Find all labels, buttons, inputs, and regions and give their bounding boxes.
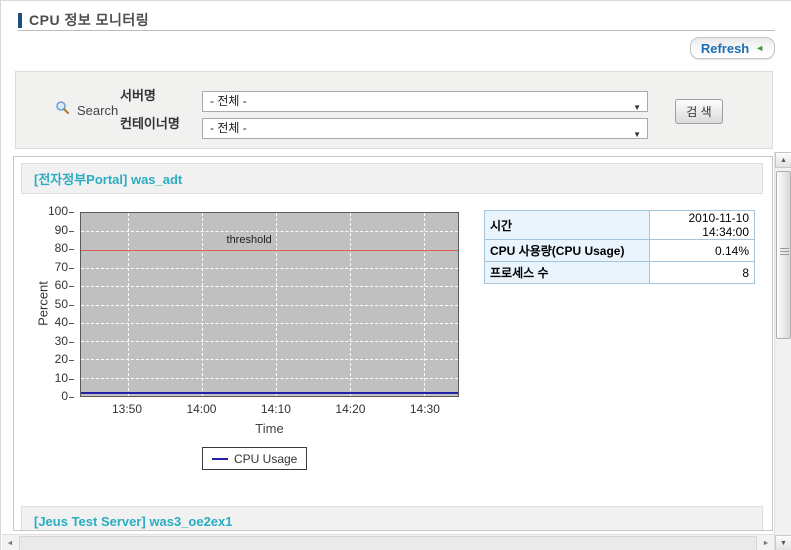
gridline (81, 305, 458, 306)
gridline (128, 213, 129, 396)
scroll-up-button[interactable]: ▲ (775, 152, 791, 168)
y-tick-label: 0 (14, 389, 76, 403)
y-tick-label: 90 (14, 223, 76, 237)
scroll-down-button[interactable]: ▼ (775, 535, 791, 550)
table-row: 프로세스 수 8 (485, 262, 755, 284)
y-tick-label: 100 (14, 204, 76, 218)
chevron-down-icon: ▼ (633, 98, 641, 117)
server-name-select-value: - 전체 - (210, 94, 247, 108)
container-name-select[interactable]: - 전체 - ▼ (202, 118, 648, 139)
title-marker-bar (18, 13, 22, 28)
title-divider (18, 30, 775, 31)
container-name-select-value: - 전체 - (210, 121, 247, 135)
table-value-time: 2010-11-10 14:34:00 (650, 211, 755, 240)
legend-label: CPU Usage (234, 452, 297, 466)
y-tick-label: 30 (14, 334, 76, 348)
chart-legend: CPU Usage (202, 447, 307, 470)
x-tick-label: 14:30 (410, 402, 440, 416)
refresh-arrow-icon: ◄ (755, 44, 764, 53)
y-axis-ticks: 0102030405060708090100 (14, 212, 76, 397)
page-title: CPU 정보 모니터링 (29, 10, 149, 30)
table-label-process-count: 프로세스 수 (485, 262, 650, 284)
threshold-line (81, 250, 458, 251)
y-tick-label: 60 (14, 278, 76, 292)
vertical-scrollbar-thumb[interactable] (776, 171, 791, 339)
gridline (81, 378, 458, 379)
gridline (81, 231, 458, 232)
table-row: 시간 2010-11-10 14:34:00 (485, 211, 755, 240)
y-tick-label: 70 (14, 260, 76, 274)
plot-area: threshold (80, 212, 459, 397)
section-title: [Jeus Test Server] was3_oe2ex1 (34, 514, 233, 529)
threshold-label: threshold (227, 234, 272, 246)
refresh-button-label: Refresh (701, 41, 749, 56)
vertical-scrollbar[interactable]: ▲ ▼ (774, 152, 791, 550)
section-header-was-adt: [전자정부Portal] was_adt (21, 163, 763, 194)
search-caption: Search (55, 100, 118, 120)
cpu-usage-chart: Percent 0102030405060708090100 threshold… (14, 197, 494, 497)
x-tick-label: 14:20 (335, 402, 365, 416)
search-panel: Search 서버명 - 전체 - ▼ 컨테이너명 - 전체 - ▼ 검 색 (15, 71, 773, 149)
page-title-row: CPU 정보 모니터링 (18, 11, 149, 29)
legend-line-sample (212, 458, 228, 460)
search-icon (55, 100, 70, 120)
y-tick-label: 40 (14, 315, 76, 329)
y-tick-label: 80 (14, 241, 76, 255)
horizontal-scrollbar[interactable]: ◄ ► (2, 534, 774, 550)
gridline (424, 213, 425, 396)
y-tick-label: 10 (14, 371, 76, 385)
search-submit-button[interactable]: 검 색 (675, 99, 723, 124)
x-axis-label: Time (80, 421, 459, 436)
gridline (276, 213, 277, 396)
section-header-was3-oe2ex1: [Jeus Test Server] was3_oe2ex1 (21, 506, 763, 531)
gridline (81, 359, 458, 360)
container-name-label: 컨테이너명 (120, 113, 180, 132)
gridline (350, 213, 351, 396)
cpu-info-table: 시간 2010-11-10 14:34:00 CPU 사용량(CPU Usage… (484, 210, 755, 284)
y-tick-label: 50 (14, 297, 76, 311)
cpu-usage-line (81, 392, 458, 394)
scroll-right-button[interactable]: ► (758, 535, 774, 550)
scroll-left-button[interactable]: ◄ (2, 535, 18, 550)
search-caption-label: Search (77, 103, 118, 118)
table-value-process-count: 8 (650, 262, 755, 284)
gridline (81, 286, 458, 287)
scrollbar-grip (780, 248, 789, 256)
x-tick-label: 14:10 (261, 402, 291, 416)
table-label-cpu-usage: CPU 사용량(CPU Usage) (485, 240, 650, 262)
x-tick-label: 14:00 (186, 402, 216, 416)
gridline (81, 341, 458, 342)
y-tick-label: 20 (14, 352, 76, 366)
table-label-time: 시간 (485, 211, 650, 240)
section-title: [전자정부Portal] was_adt (34, 169, 182, 188)
horizontal-scrollbar-thumb[interactable] (19, 536, 757, 550)
cpu-monitoring-page: CPU 정보 모니터링 Refresh ◄ Search 서버명 - 전체 - … (0, 0, 791, 550)
content-panel: [전자정부Portal] was_adt Percent 01020304050… (13, 156, 773, 531)
gridline (81, 323, 458, 324)
x-tick-label: 13:50 (112, 402, 142, 416)
gridline (81, 268, 458, 269)
table-row: CPU 사용량(CPU Usage) 0.14% (485, 240, 755, 262)
server-name-select[interactable]: - 전체 - ▼ (202, 91, 648, 112)
gridline (202, 213, 203, 396)
refresh-button[interactable]: Refresh ◄ (690, 37, 775, 59)
server-name-label: 서버명 (120, 85, 156, 104)
chevron-down-icon: ▼ (633, 125, 641, 144)
table-value-cpu-usage: 0.14% (650, 240, 755, 262)
x-axis-ticks: 13:50 14:00 14:10 14:20 14:30 (80, 402, 459, 417)
